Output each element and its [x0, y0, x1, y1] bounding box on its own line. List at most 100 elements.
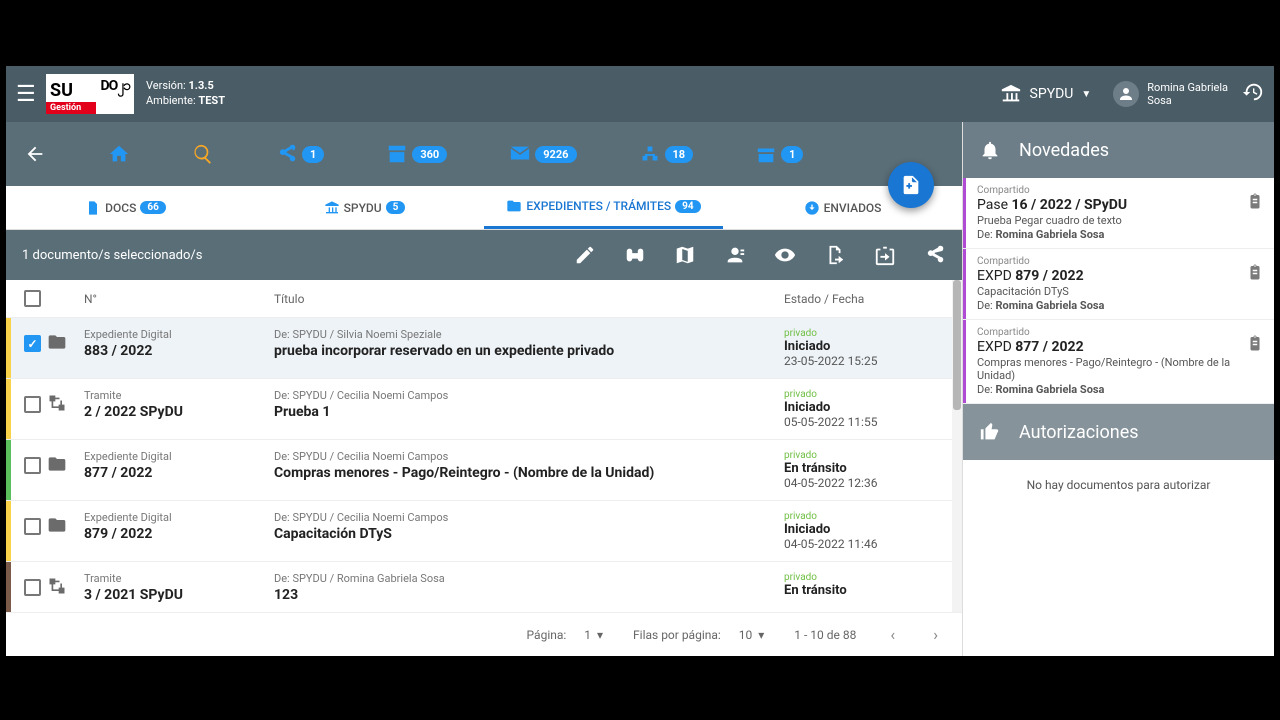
- noti-tag: Compartido: [977, 327, 1260, 338]
- noti-from: De: Romina Gabriela Sosa: [977, 383, 1260, 396]
- row-title: 123: [274, 587, 774, 605]
- page-value[interactable]: 1: [584, 628, 591, 642]
- row-checkbox[interactable]: [24, 396, 41, 413]
- back-button[interactable]: [24, 143, 46, 165]
- box-button[interactable]: 1: [755, 143, 803, 165]
- row-privacy: privado: [784, 450, 944, 461]
- list-header: N° Título Estado / Fecha: [6, 280, 962, 318]
- table-row[interactable]: Expediente Digital883 / 2022De: SPYDU / …: [6, 318, 962, 379]
- row-checkbox[interactable]: [24, 579, 41, 596]
- clipboard-icon[interactable]: [1246, 263, 1264, 285]
- folder-icon: [47, 332, 67, 355]
- row-title: Prueba 1: [274, 404, 774, 422]
- history-button[interactable]: [1242, 81, 1264, 107]
- distribute-button[interactable]: 18: [639, 143, 694, 165]
- pager: Página: 1 ▾ Filas por página: 10 ▾ 1 - 1…: [6, 612, 962, 656]
- row-state: En tránsito: [784, 583, 944, 598]
- archive-button[interactable]: 360: [386, 143, 447, 165]
- row-number: 877 / 2022: [84, 465, 274, 481]
- notification-item[interactable]: CompartidoEXPD 877 / 2022Compras menores…: [963, 320, 1274, 405]
- binoculars-icon[interactable]: [624, 244, 646, 266]
- table-row[interactable]: Expediente Digital879 / 2022De: SPYDU / …: [6, 501, 962, 562]
- page-range: 1 - 10 de 88: [794, 628, 856, 642]
- clipboard-icon[interactable]: [1246, 192, 1264, 214]
- noti-title: Pase 16 / 2022 / SPyDU: [977, 197, 1260, 213]
- org-name: SPYDU: [1030, 86, 1074, 102]
- eye-icon[interactable]: [774, 244, 796, 266]
- autorizaciones-header: Autorizaciones: [963, 404, 1274, 460]
- row-type: Tramite: [84, 389, 274, 402]
- noti-tag: Compartido: [977, 256, 1260, 267]
- search-button[interactable]: [192, 143, 214, 165]
- tab-expedientes[interactable]: EXPEDIENTES / TRÁMITES94: [484, 186, 723, 229]
- novedades-header: Novedades: [963, 122, 1274, 178]
- box-badge: 1: [781, 146, 803, 163]
- row-state: Iniciado: [784, 400, 944, 415]
- archive-badge: 360: [412, 146, 447, 163]
- rows-label: Filas por página:: [633, 628, 721, 642]
- noti-from: De: Romina Gabriela Sosa: [977, 228, 1260, 241]
- new-doc-fab[interactable]: [888, 162, 934, 208]
- table-row[interactable]: Tramite2 / 2022 SPyDUDe: SPYDU / Cecilia…: [6, 379, 962, 440]
- scrollbar[interactable]: [952, 280, 962, 612]
- user-name-1: Romina Gabriela: [1147, 81, 1228, 94]
- row-privacy: privado: [784, 389, 944, 400]
- prev-page[interactable]: ‹: [886, 621, 899, 648]
- send-out-icon[interactable]: [874, 244, 896, 266]
- notification-item[interactable]: CompartidoEXPD 879 / 2022Capacitación DT…: [963, 249, 1274, 320]
- bell-icon: [979, 139, 1001, 161]
- notification-item[interactable]: CompartidoPase 16 / 2022 / SPyDUPrueba P…: [963, 178, 1274, 249]
- row-title: Compras menores - Pago/Reintegro - (Nomb…: [274, 465, 774, 483]
- row-number: 2 / 2022 SPyDU: [84, 404, 274, 420]
- tab-spydu[interactable]: SPYDU5: [245, 186, 484, 229]
- noti-title: EXPD 877 / 2022: [977, 339, 1260, 355]
- share-icon[interactable]: [924, 244, 946, 266]
- rows-value[interactable]: 10: [739, 628, 753, 642]
- row-from: De: SPYDU / Romina Gabriela Sosa: [274, 572, 774, 585]
- edit-icon[interactable]: [574, 244, 596, 266]
- clipboard-icon[interactable]: [1246, 334, 1264, 356]
- row-type: Tramite: [84, 572, 274, 585]
- noti-from: De: Romina Gabriela Sosa: [977, 299, 1260, 312]
- noti-sub: Capacitación DTyS: [977, 285, 1260, 299]
- selection-bar: 1 documento/s seleccionado/s: [6, 230, 962, 280]
- row-type: Expediente Digital: [84, 511, 274, 524]
- doc-export-icon[interactable]: [824, 244, 846, 266]
- col-number: N°: [84, 292, 274, 306]
- folder-icon: [47, 515, 67, 538]
- menu-icon[interactable]: ☰: [16, 82, 40, 107]
- share-button[interactable]: 1: [276, 143, 324, 165]
- workflow-icon: [47, 576, 67, 599]
- assign-icon[interactable]: [724, 244, 746, 266]
- inbox-button[interactable]: 9226: [509, 143, 576, 165]
- row-number: 883 / 2022: [84, 343, 274, 359]
- chevron-down-icon[interactable]: ▾: [597, 628, 603, 642]
- quick-bar: 1 360 9226 18 1: [6, 122, 962, 186]
- tab-docs[interactable]: DOCS66: [6, 186, 245, 229]
- org-selector[interactable]: SPYDU ▼: [990, 77, 1102, 111]
- noti-tag: Compartido: [977, 185, 1260, 196]
- row-from: De: SPYDU / Cecilia Noemi Campos: [274, 450, 774, 463]
- select-all-checkbox[interactable]: [24, 290, 41, 307]
- noti-title: EXPD 879 / 2022: [977, 268, 1260, 284]
- user-chip[interactable]: Romina GabrielaSosa: [1113, 81, 1228, 107]
- chevron-down-icon[interactable]: ▾: [758, 628, 764, 642]
- auth-empty: No hay documentos para autorizar: [963, 460, 1274, 656]
- row-state: En tránsito: [784, 461, 944, 476]
- noti-sub: Prueba Pegar cuadro de texto: [977, 214, 1260, 228]
- map-icon[interactable]: [674, 244, 696, 266]
- row-checkbox[interactable]: [24, 518, 41, 535]
- row-checkbox[interactable]: [24, 457, 41, 474]
- logo: SUDO၂၁Gestión: [46, 74, 134, 114]
- row-date: 04-05-2022 11:46: [784, 537, 944, 551]
- env-meta: Versión: 1.3.5 Ambiente: TEST: [146, 79, 225, 109]
- row-checkbox[interactable]: [24, 335, 41, 352]
- table-row[interactable]: Expediente Digital877 / 2022De: SPYDU / …: [6, 440, 962, 501]
- col-state: Estado / Fecha: [784, 292, 944, 306]
- row-from: De: SPYDU / Silvia Noemi Speziale: [274, 328, 774, 341]
- top-bar: ☰ SUDO၂၁Gestión Versión: 1.3.5 Ambiente:…: [6, 66, 1274, 122]
- next-page[interactable]: ›: [929, 621, 942, 648]
- selection-text: 1 documento/s seleccionado/s: [22, 248, 574, 263]
- home-button[interactable]: [108, 143, 130, 165]
- table-row[interactable]: Tramite3 / 2021 SPyDUDe: SPYDU / Romina …: [6, 562, 962, 612]
